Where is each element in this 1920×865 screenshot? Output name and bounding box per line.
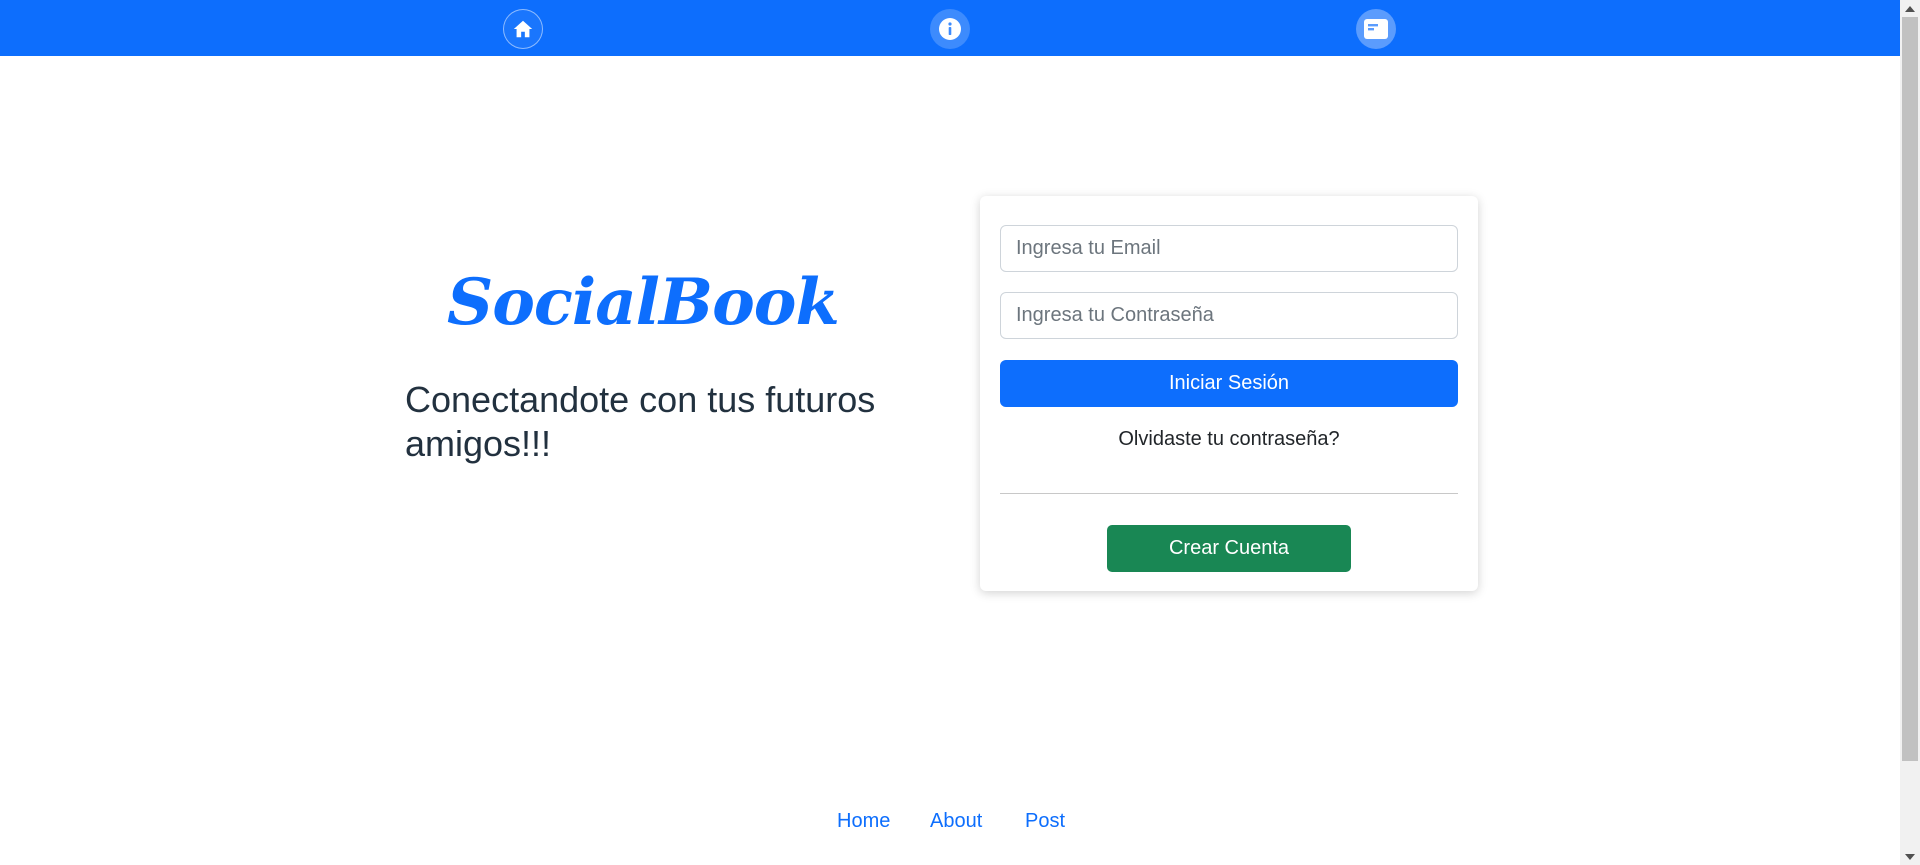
page: SocialBook Conectandote con tus futuros … (0, 0, 1920, 865)
info-icon (938, 17, 962, 41)
top-navbar (0, 0, 1900, 56)
home-icon (512, 18, 534, 40)
footer-link-home[interactable]: Home (837, 810, 890, 833)
tagline: Conectandote con tus futuros amigos!!! (405, 379, 876, 464)
password-input[interactable] (1000, 292, 1458, 339)
footer-nav: Home About Post (0, 810, 1900, 840)
post-icon (1363, 17, 1389, 41)
login-card: Iniciar Sesión Olvidaste tu contraseña? … (980, 196, 1478, 591)
nav-post-button[interactable] (1356, 9, 1396, 49)
vertical-scrollbar[interactable] (1900, 0, 1920, 865)
scrollbar-thumb[interactable] (1902, 17, 1918, 761)
card-divider (1000, 493, 1458, 494)
login-button[interactable]: Iniciar Sesión (1000, 360, 1458, 407)
forgot-password-link[interactable]: Olvidaste tu contraseña? (980, 428, 1478, 451)
scroll-up-arrow-icon[interactable] (1900, 0, 1920, 17)
footer-link-about[interactable]: About (930, 810, 982, 833)
scroll-down-arrow-icon[interactable] (1900, 848, 1920, 865)
create-account-button[interactable]: Crear Cuenta (1107, 525, 1351, 572)
nav-about-button[interactable] (930, 9, 970, 49)
email-input[interactable] (1000, 225, 1458, 272)
brand-logo-text: SocialBook (447, 265, 840, 340)
footer-link-post[interactable]: Post (1025, 810, 1065, 833)
nav-home-button[interactable] (503, 9, 543, 49)
